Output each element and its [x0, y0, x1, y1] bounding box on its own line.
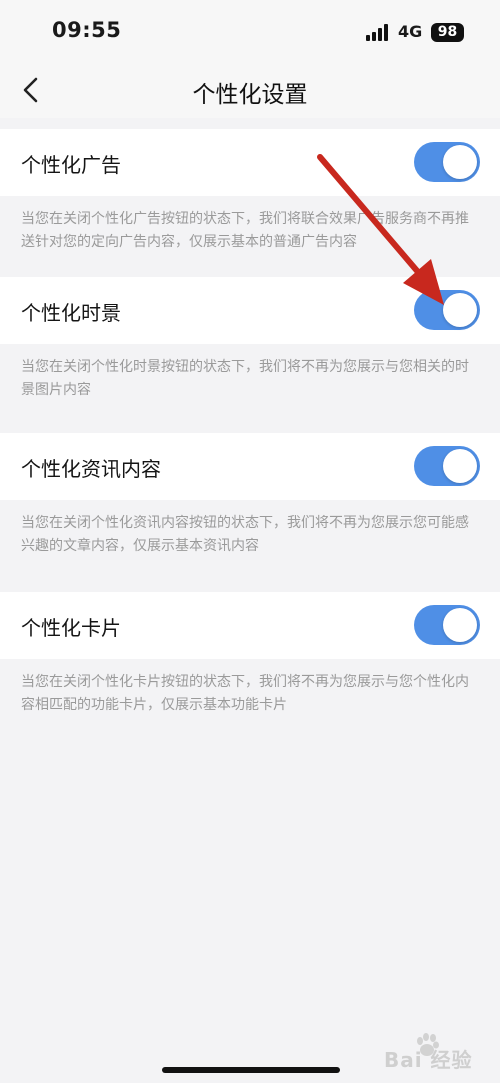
personalized-news-toggle[interactable]	[414, 446, 480, 486]
navigation-bar: 个性化设置	[0, 62, 500, 118]
toggle-knob	[443, 293, 477, 327]
settings-list: 个性化广告 当您在关闭个性化广告按钮的状态下，我们将联合效果广告服务商不再推送针…	[0, 129, 500, 741]
toggle-knob	[443, 145, 477, 179]
status-bar: 09:55 4G 98	[0, 0, 500, 62]
setting-row-personalized-cards: 个性化卡片	[0, 592, 500, 659]
toggle-knob	[443, 608, 477, 642]
personalized-ads-toggle[interactable]	[414, 142, 480, 182]
home-indicator[interactable]	[162, 1067, 340, 1073]
personalized-scenery-toggle[interactable]	[414, 290, 480, 330]
watermark-text: Bai 经验	[384, 1048, 473, 1072]
setting-label: 个性化资讯内容	[21, 457, 161, 481]
setting-description: 当您在关闭个性化时景按钮的状态下，我们将不再为您展示与您相关的时景图片内容	[21, 359, 469, 398]
cellular-signal-icon	[366, 24, 390, 41]
setting-description: 当您在关闭个性化卡片按钮的状态下，我们将不再为您展示与您个性化内容相匹配的功能卡…	[21, 674, 469, 713]
setting-row-personalized-ads: 个性化广告	[0, 129, 500, 196]
status-time: 09:55	[52, 18, 122, 42]
setting-description: 当您在关闭个性化资讯内容按钮的状态下，我们将不再为您展示您可能感兴趣的文章内容，…	[21, 515, 469, 554]
page-title: 个性化设置	[192, 82, 308, 108]
setting-label: 个性化卡片	[21, 616, 121, 640]
personalized-cards-toggle[interactable]	[414, 605, 480, 645]
baidu-jingyan-watermark: Bai 经验	[384, 1032, 494, 1072]
setting-row-personalized-news: 个性化资讯内容	[0, 433, 500, 500]
network-type: 4G	[398, 22, 423, 41]
setting-label: 个性化广告	[21, 153, 121, 177]
battery-level-badge: 98	[431, 23, 464, 42]
setting-row-personalized-scenery: 个性化时景	[0, 277, 500, 344]
setting-description: 当您在关闭个性化广告按钮的状态下，我们将联合效果广告服务商不再推送针对您的定向广…	[21, 211, 469, 250]
toggle-knob	[443, 449, 477, 483]
setting-label: 个性化时景	[21, 301, 121, 325]
